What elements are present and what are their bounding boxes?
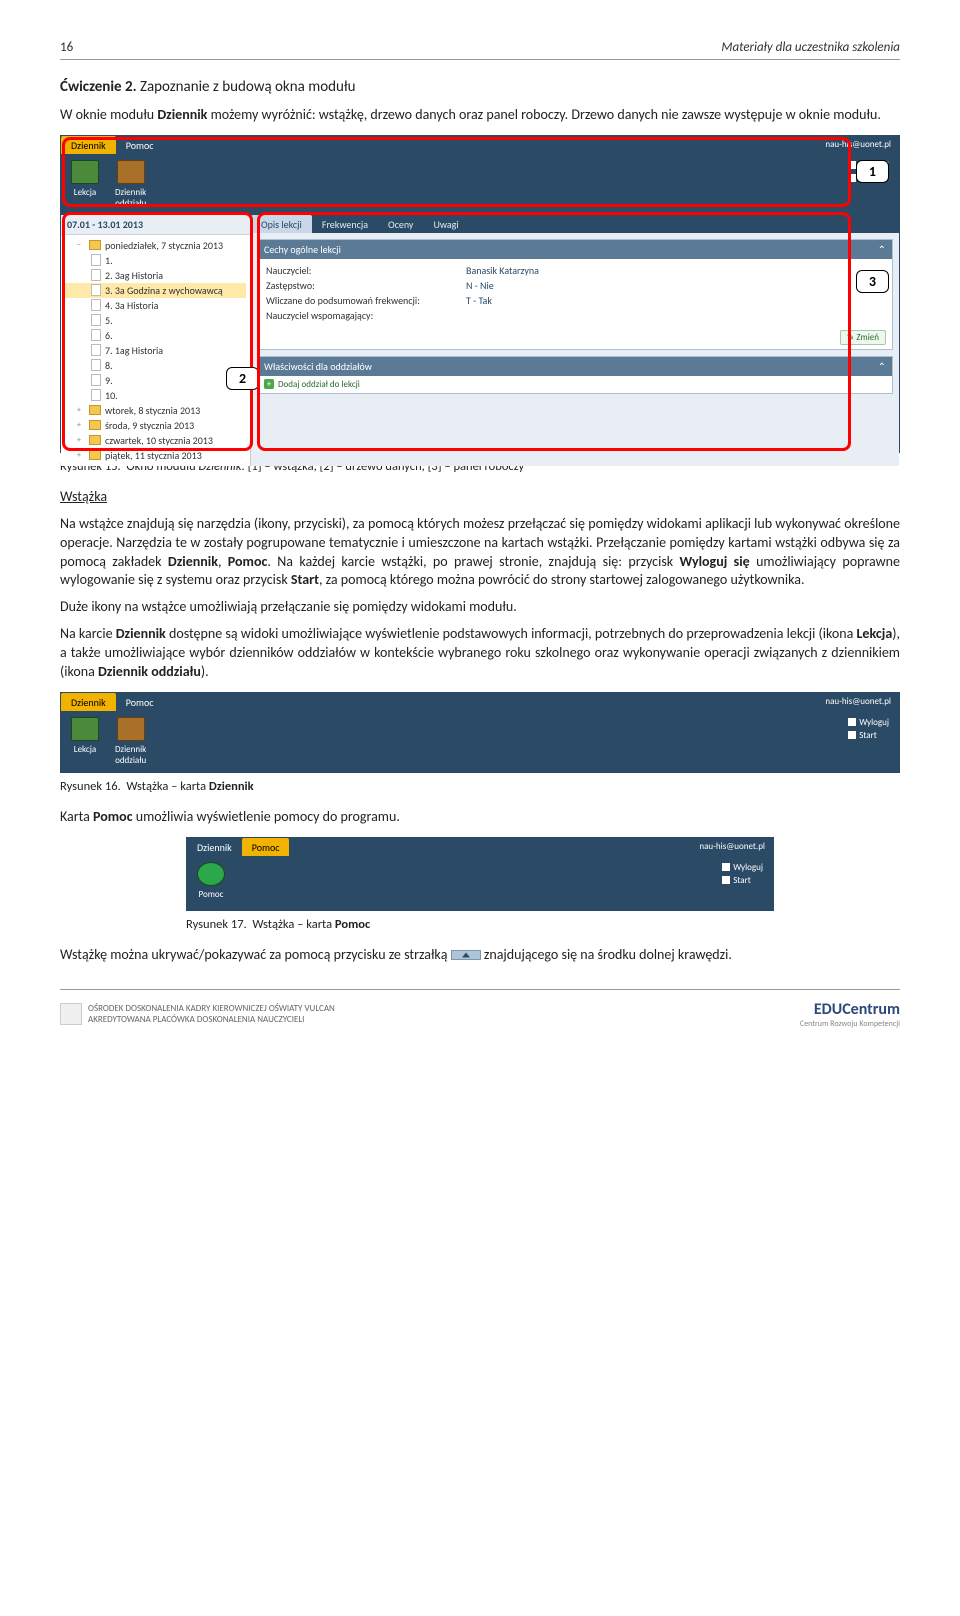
start-link[interactable]: Start: [722, 875, 763, 886]
doc-title: Materiały dla uczestnika szkolenia: [721, 40, 900, 55]
callout-label-2: 2: [226, 367, 259, 390]
wstazka-paragraph: Na wstążce znajdują się narzędzia (ikony…: [60, 515, 900, 591]
footer-left-line2: AKREDYTOWANA PLACÓWKA DOSKONALENIA NAUCZ…: [88, 1014, 335, 1025]
exercise-title: Zapoznanie z budową okna modułu: [140, 78, 355, 96]
lekcja-icon: [71, 717, 99, 741]
logout-icon: [848, 718, 856, 726]
vulcan-logo-icon: [60, 1003, 82, 1025]
home-icon: [848, 731, 856, 739]
intro-paragraph: W oknie modułu Dziennik możemy wyróżnić:…: [60, 106, 900, 125]
educentrum-sub: Centrum Rozwoju Kompetencji: [800, 1019, 900, 1029]
wyloguj-link[interactable]: Wyloguj: [848, 717, 889, 728]
screenshot-ribbon-dziennik: Dziennik Pomoc nau-his@uonet.pl Lekcja D…: [60, 692, 900, 773]
ribbon-dziennik-oddzialu[interactable]: Dziennik oddziału: [111, 715, 150, 768]
page-footer: OŚRODEK DOSKONALENIA KADRY KIEROWNICZEJ …: [60, 989, 900, 1029]
caption-16: Rysunek 16. Wstążka – karta Dziennik: [60, 779, 900, 794]
callout-panel: [257, 212, 851, 451]
callout-tree: [62, 212, 253, 451]
home-icon: [722, 876, 730, 884]
folder-icon: [89, 450, 101, 460]
page-header: 16 Materiały dla uczestnika szkolenia: [60, 40, 900, 60]
callout-label-1: 1: [856, 160, 889, 183]
screenshot-ribbon-pomoc: Dziennik Pomoc nau-his@uonet.pl Pomoc Wy…: [186, 837, 774, 911]
tab-pomoc[interactable]: Pomoc: [242, 838, 290, 856]
user-label: nau-his@uonet.pl: [691, 838, 773, 856]
callout-label-3: 3: [856, 270, 889, 293]
arrow-toggle-icon: [451, 950, 481, 960]
hide-ribbon-paragraph: Wstążkę można ukrywać/pokazywać za pomoc…: [60, 946, 900, 965]
collapse-icon[interactable]: ⌃: [878, 360, 886, 373]
user-label: nau-his@uonet.pl: [817, 693, 899, 711]
dziennik-oddzialu-icon: [117, 717, 145, 741]
footer-left-line1: OŚRODEK DOSKONALENIA KADRY KIEROWNICZEJ …: [88, 1003, 335, 1014]
screenshot-window-dziennik: Dziennik Pomoc nau-his@uonet.pl Lekcja D…: [60, 135, 900, 453]
caption-17: Rysunek 17. Wstążka – karta Pomoc: [186, 917, 900, 932]
big-icons-paragraph: Duże ikony na wstążce umożliwiają przełą…: [60, 598, 900, 617]
tab-pomoc[interactable]: Pomoc: [116, 693, 164, 711]
subheading-wstazka: Wstążka: [60, 488, 107, 505]
wyloguj-link[interactable]: Wyloguj: [722, 862, 763, 873]
ribbon-lekcja[interactable]: Lekcja: [67, 715, 103, 768]
educentrum-logo: EDUCentrum: [814, 1000, 900, 1019]
dziennik-card-paragraph: Na karcie Dziennik dostępne są widoki um…: [60, 625, 900, 682]
callout-ribbon: [62, 137, 851, 207]
logout-icon: [722, 863, 730, 871]
tab-dziennik[interactable]: Dziennik: [61, 693, 116, 711]
help-icon: [197, 862, 225, 886]
pomoc-paragraph: Karta Pomoc umożliwia wyświetlenie pomoc…: [60, 808, 900, 827]
tab-dziennik[interactable]: Dziennik: [187, 838, 242, 856]
exercise-heading: Ćwiczenie 2. Zapoznanie z budową okna mo…: [60, 78, 900, 96]
collapse-icon[interactable]: ⌃: [878, 243, 886, 256]
ribbon-pomoc[interactable]: Pomoc: [193, 860, 229, 902]
start-link[interactable]: Start: [848, 730, 889, 741]
page-number: 16: [60, 40, 73, 55]
exercise-label: Ćwiczenie 2.: [60, 78, 137, 96]
